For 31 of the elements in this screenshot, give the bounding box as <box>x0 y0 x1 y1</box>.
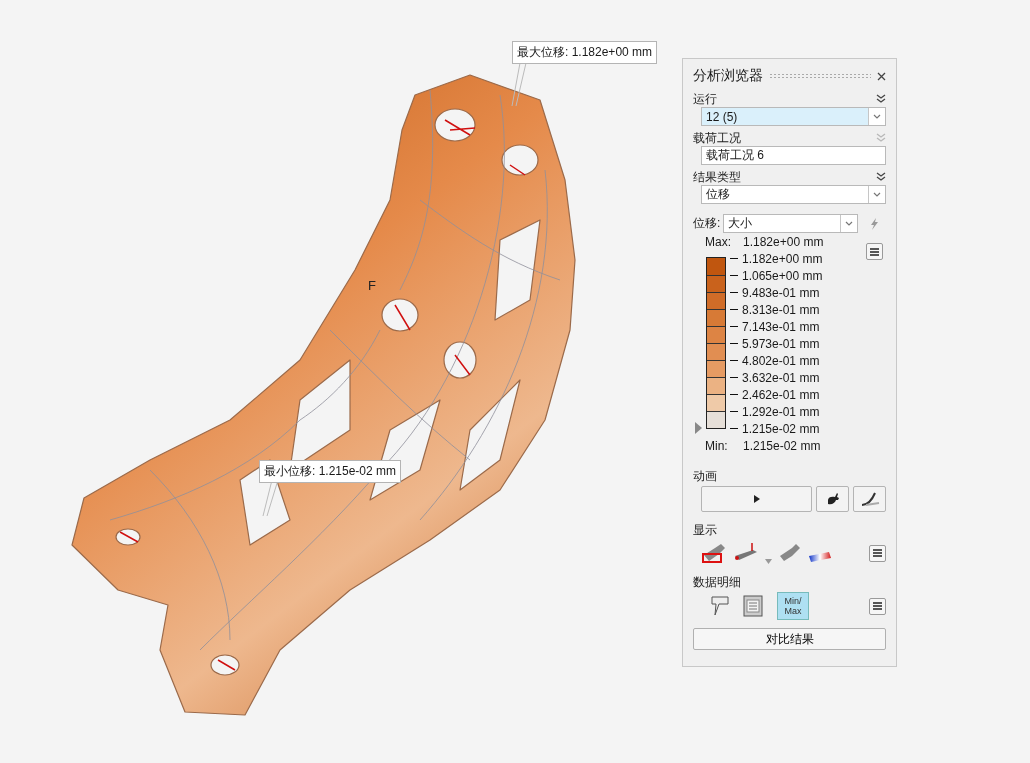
max-label: Max: <box>705 234 732 249</box>
min-max-toggle[interactable]: Min/ Max <box>777 592 809 620</box>
min-label: Min: <box>705 438 729 453</box>
component-dropdown[interactable]: 大小 <box>723 214 859 233</box>
legend-value: 4.802e-01 mm <box>742 353 820 368</box>
max-value: 1.182e+00 mm <box>743 234 825 249</box>
legend-value: 7.143e-01 mm <box>742 319 820 334</box>
min-displacement-callout: 最小位移: 1.215e-02 mm <box>259 460 402 483</box>
legend-value: 9.483e-01 mm <box>742 285 820 300</box>
load-case-field[interactable]: 载荷工况 6 <box>701 146 886 165</box>
legend-value: 5.973e-01 mm <box>742 336 820 351</box>
section-label: 结果类型 <box>693 168 741 186</box>
min-value: 1.215e-02 mm <box>743 438 822 453</box>
component-label: 位移: <box>693 215 721 232</box>
legend-value: 1.292e-01 mm <box>742 404 820 419</box>
section-label: 载荷工况 <box>693 129 741 147</box>
section-label: 数据明细 <box>693 573 741 591</box>
legend-value: 1.182e+00 mm <box>742 251 823 266</box>
compare-results-button[interactable]: 对比结果 <box>693 628 886 650</box>
panel-title: 分析浏览器 <box>693 67 763 85</box>
legend-value: 3.632e-01 mm <box>742 370 820 385</box>
legend-value: 8.313e-01 mm <box>742 302 820 317</box>
legend-value: 2.462e-01 mm <box>742 387 820 402</box>
legend-value: 1.065e+00 mm <box>742 268 823 283</box>
run-dropdown[interactable]: 12 (5) <box>701 107 886 126</box>
max-displacement-callout: 最大位移: 1.182e+00 mm <box>512 41 658 64</box>
section-label: 运行 <box>693 90 717 108</box>
section-label: 显示 <box>693 521 717 539</box>
legend-value: 1.215e-02 mm <box>742 421 820 436</box>
section-label: 动画 <box>693 467 717 485</box>
result-type-dropdown[interactable]: 位移 <box>701 185 886 204</box>
